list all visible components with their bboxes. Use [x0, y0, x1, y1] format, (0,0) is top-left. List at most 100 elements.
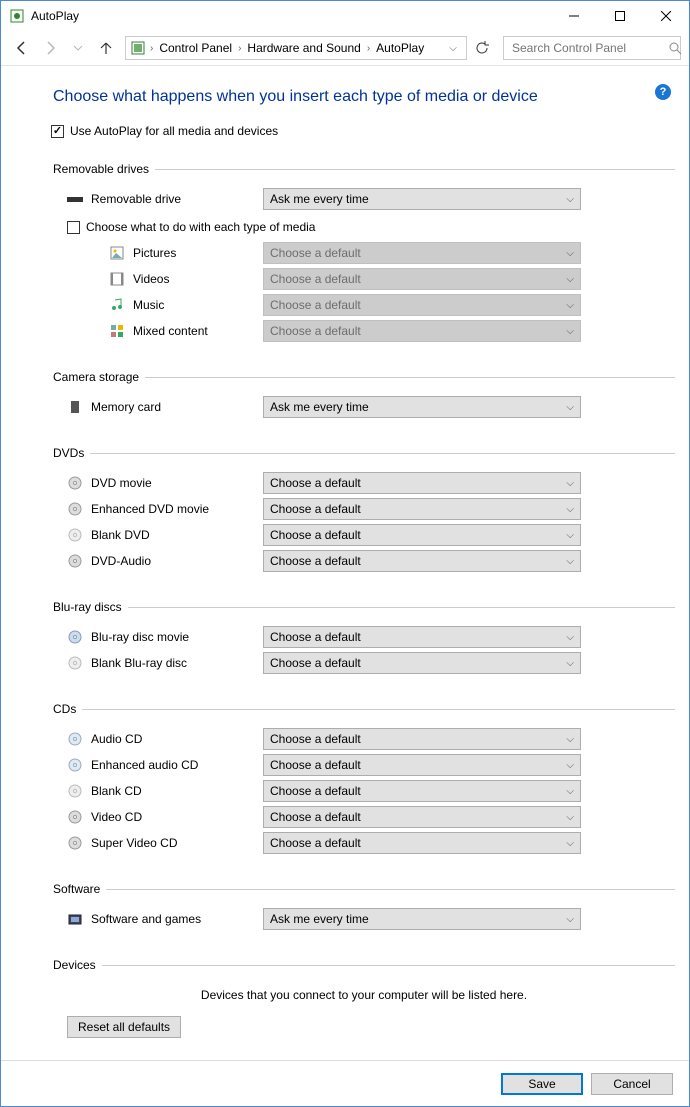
address-dropdown-icon[interactable]: ⌵ [444, 43, 462, 54]
super-video-cd-combo[interactable]: Choose a default⌵ [263, 832, 581, 854]
section-software-title: Software [53, 882, 106, 896]
blank-bluray-label: Blank Blu-ray disc [91, 656, 263, 670]
control-panel-icon [130, 40, 146, 56]
choose-each-type-checkbox[interactable] [67, 221, 80, 234]
maximize-button[interactable] [597, 1, 643, 31]
blank-cd-combo[interactable]: Choose a default⌵ [263, 780, 581, 802]
removable-drive-combo[interactable]: Ask me every time⌵ [263, 188, 581, 210]
section-camera-title: Camera storage [53, 370, 145, 384]
chevron-down-icon: ⌵ [566, 838, 574, 849]
disc-icon [67, 783, 83, 799]
enhanced-dvd-combo[interactable]: Choose a default⌵ [263, 498, 581, 520]
chevron-down-icon: ⌵ [566, 530, 574, 541]
chevron-down-icon: ⌵ [566, 914, 574, 925]
videos-combo: Choose a default⌵ [263, 268, 581, 290]
forward-button[interactable] [37, 35, 63, 61]
breadcrumb-seg-1[interactable]: Control Panel [157, 41, 234, 55]
search-icon [669, 42, 682, 55]
chevron-down-icon: ⌵ [566, 478, 574, 489]
titlebar: AutoPlay [1, 1, 689, 31]
removable-drive-label: Removable drive [91, 192, 263, 206]
software-combo[interactable]: Ask me every time⌵ [263, 908, 581, 930]
chevron-down-icon: ⌵ [566, 326, 574, 337]
blank-cd-label: Blank CD [91, 784, 263, 798]
section-bluray-title: Blu-ray discs [53, 600, 128, 614]
enhanced-audio-cd-label: Enhanced audio CD [91, 758, 263, 772]
audio-cd-label: Audio CD [91, 732, 263, 746]
chevron-right-icon[interactable]: › [148, 43, 155, 54]
pictures-combo: Choose a default⌵ [263, 242, 581, 264]
dvd-audio-combo[interactable]: Choose a default⌵ [263, 550, 581, 572]
pictures-icon [109, 245, 125, 261]
section-devices-title: Devices [53, 958, 102, 972]
dvd-movie-label: DVD movie [91, 476, 263, 490]
memory-card-combo[interactable]: Ask me every time⌵ [263, 396, 581, 418]
chevron-down-icon: ⌵ [566, 760, 574, 771]
use-autoplay-checkbox[interactable] [51, 125, 64, 138]
reset-defaults-button[interactable]: Reset all defaults [67, 1016, 181, 1038]
save-button[interactable]: Save [501, 1073, 583, 1095]
section-dvds-title: DVDs [53, 446, 90, 460]
disc-icon [67, 629, 83, 645]
software-icon [67, 911, 83, 927]
disc-icon [67, 757, 83, 773]
music-combo: Choose a default⌵ [263, 294, 581, 316]
section-cds-title: CDs [53, 702, 82, 716]
chevron-down-icon: ⌵ [566, 504, 574, 515]
recent-locations-button[interactable] [65, 35, 91, 61]
minimize-button[interactable] [551, 1, 597, 31]
chevron-down-icon: ⌵ [566, 248, 574, 259]
blank-dvd-label: Blank DVD [91, 528, 263, 542]
window-title: AutoPlay [31, 9, 551, 23]
super-video-cd-label: Super Video CD [91, 836, 263, 850]
disc-icon [67, 553, 83, 569]
memory-card-label: Memory card [91, 400, 263, 414]
mixed-content-icon [109, 323, 125, 339]
chevron-down-icon: ⌵ [566, 556, 574, 567]
use-autoplay-label: Use AutoPlay for all media and devices [70, 124, 278, 138]
software-label: Software and games [91, 912, 263, 926]
dvd-movie-combo[interactable]: Choose a default⌵ [263, 472, 581, 494]
disc-icon [67, 501, 83, 517]
memory-card-icon [67, 399, 83, 415]
mixed-combo: Choose a default⌵ [263, 320, 581, 342]
devices-message: Devices that you connect to your compute… [53, 988, 675, 1002]
enhanced-dvd-label: Enhanced DVD movie [91, 502, 263, 516]
video-cd-combo[interactable]: Choose a default⌵ [263, 806, 581, 828]
disc-icon [67, 527, 83, 543]
chevron-down-icon: ⌵ [566, 812, 574, 823]
close-button[interactable] [643, 1, 689, 31]
bluray-movie-combo[interactable]: Choose a default⌵ [263, 626, 581, 648]
up-button[interactable] [93, 35, 119, 61]
chevron-down-icon: ⌵ [566, 734, 574, 745]
chevron-right-icon[interactable]: › [236, 43, 243, 54]
audio-cd-combo[interactable]: Choose a default⌵ [263, 728, 581, 750]
autoplay-app-icon [9, 8, 25, 24]
breadcrumb-seg-2[interactable]: Hardware and Sound [245, 41, 362, 55]
cancel-button[interactable]: Cancel [591, 1073, 673, 1095]
chevron-right-icon[interactable]: › [365, 43, 372, 54]
chevron-down-icon: ⌵ [566, 402, 574, 413]
disc-icon [67, 809, 83, 825]
disc-icon [67, 835, 83, 851]
refresh-button[interactable] [469, 36, 495, 60]
disc-icon [67, 475, 83, 491]
section-removable-title: Removable drives [53, 162, 155, 176]
search-box[interactable] [503, 36, 681, 60]
chevron-down-icon: ⌵ [566, 658, 574, 669]
disc-icon [67, 655, 83, 671]
chevron-down-icon: ⌵ [566, 300, 574, 311]
breadcrumb-seg-3[interactable]: AutoPlay [374, 41, 426, 55]
address-bar[interactable]: › Control Panel › Hardware and Sound › A… [125, 36, 467, 60]
help-icon[interactable]: ? [655, 84, 671, 100]
search-input[interactable] [510, 40, 669, 56]
mixed-label: Mixed content [133, 324, 263, 338]
dialog-footer: Save Cancel [1, 1060, 689, 1106]
blank-dvd-combo[interactable]: Choose a default⌵ [263, 524, 581, 546]
blank-bluray-combo[interactable]: Choose a default⌵ [263, 652, 581, 674]
music-label: Music [133, 298, 263, 312]
page-heading: Choose what happens when you insert each… [53, 88, 675, 106]
chevron-down-icon: ⌵ [566, 632, 574, 643]
enhanced-audio-cd-combo[interactable]: Choose a default⌵ [263, 754, 581, 776]
back-button[interactable] [9, 35, 35, 61]
